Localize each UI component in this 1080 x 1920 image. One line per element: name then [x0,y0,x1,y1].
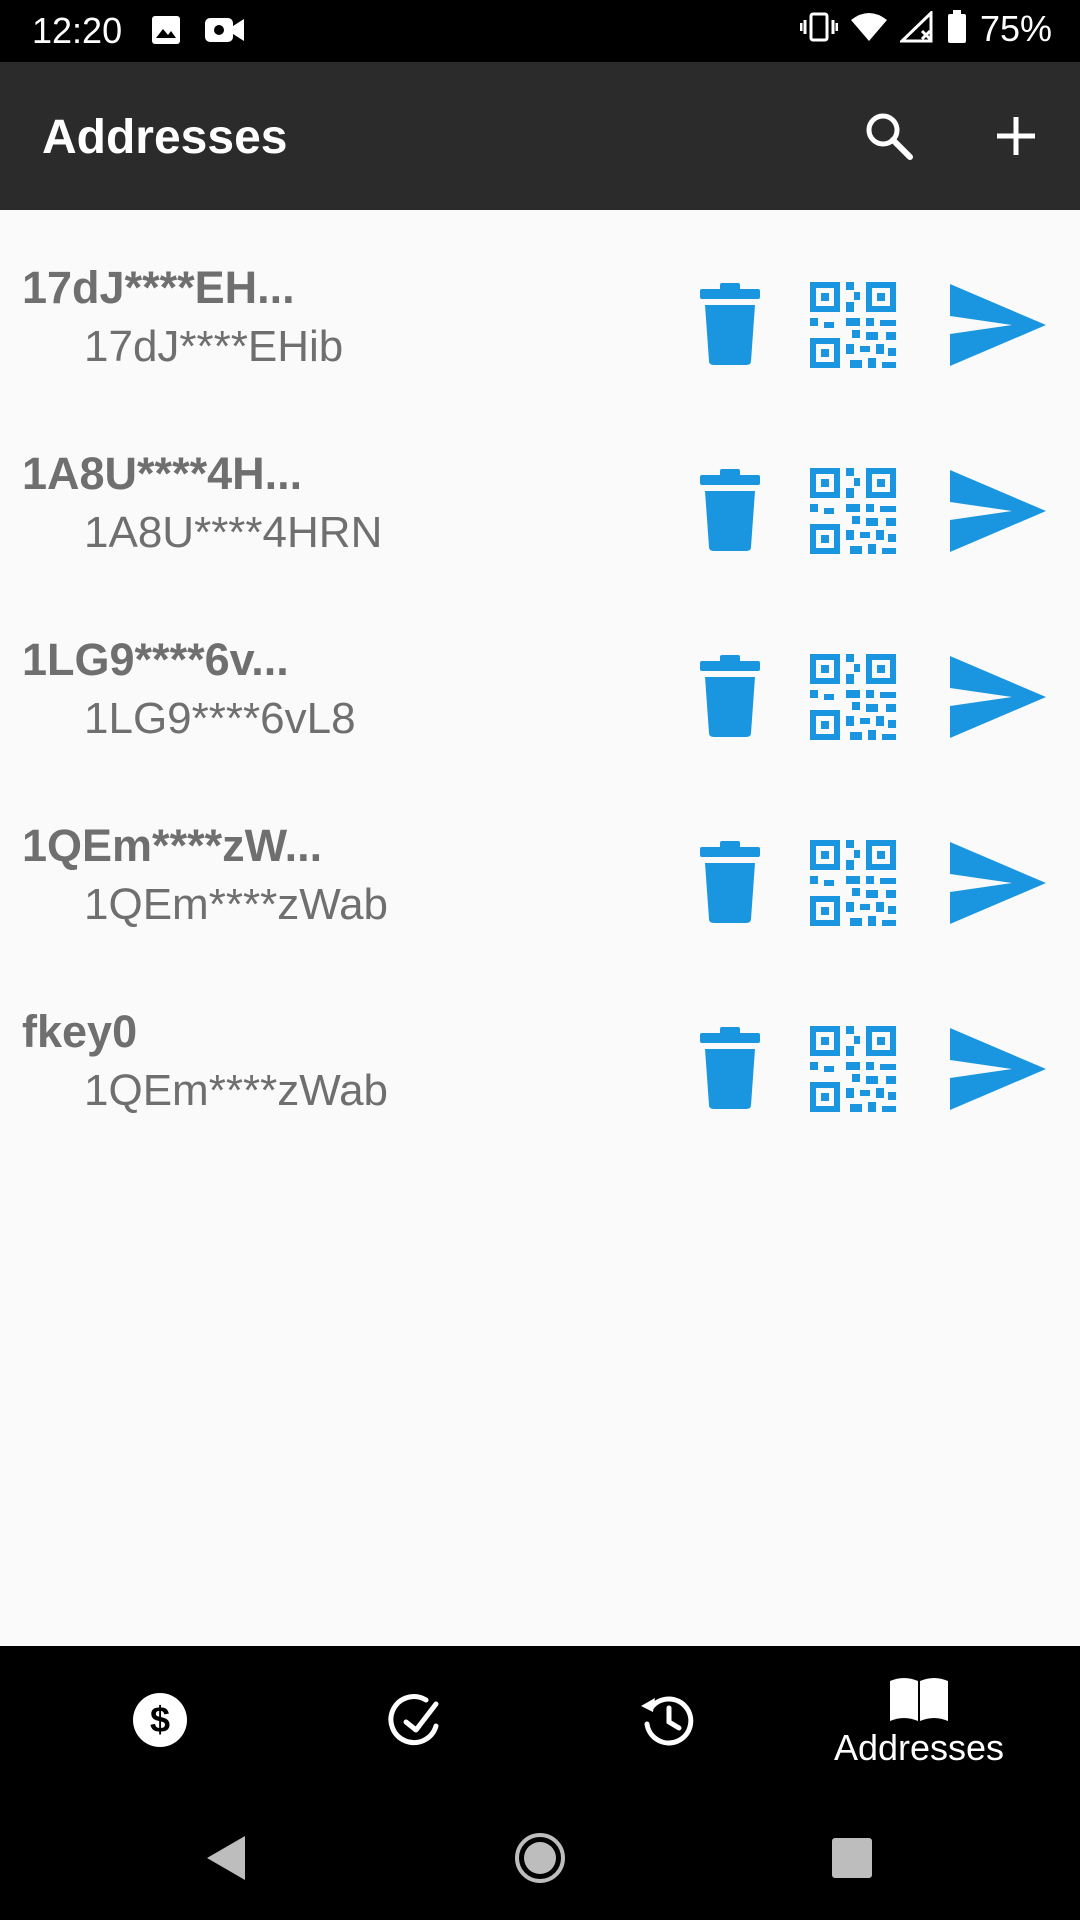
nav-item-label: Addresses [833,1727,1005,1768]
add-icon [997,117,1035,155]
receive-icon [388,1694,439,1745]
trash-icon [700,1027,760,1109]
page-title: Addresses [42,111,288,164]
send-button[interactable] [950,656,1046,738]
send-button[interactable] [950,470,1046,552]
address-row[interactable]: 1A8U****4H... 1A8U****4HRN [0,396,1080,582]
address-row[interactable]: 1LG9****6v... 1LG9****6vL8 [0,582,1080,768]
bottom-navigation: $ Addresses [0,1646,1080,1798]
vibrate-icon [799,11,839,48]
recents-icon [832,1838,872,1878]
delete-button[interactable] [694,468,766,552]
nav-item-balance[interactable]: $ [25,1646,295,1798]
send-icon [950,842,1046,924]
status-system-icons: 75% [799,8,1052,50]
delete-button[interactable] [694,282,766,366]
address-label: 1QEm****zW... [22,820,323,871]
address-row[interactable]: 1QEm****zW... 1QEm****zWab [0,768,1080,954]
battery-icon [946,9,968,49]
search-button[interactable] [855,102,923,170]
qr-code-icon [810,654,896,740]
trash-icon [700,655,760,737]
status-bar: 12:20 75% [0,0,1080,62]
signal-icon [898,8,934,48]
book-icon [890,1678,948,1721]
address-list: 17dJ****EH... 17dJ****EHib 1A8U****4H...… [0,210,1080,1140]
qr-code-button[interactable] [810,282,896,368]
send-icon [950,1028,1046,1110]
address-value: 17dJ****EHib [84,322,344,371]
nav-item-receive[interactable] [279,1646,549,1798]
send-icon [950,470,1046,552]
recents-button[interactable] [820,1826,884,1890]
add-address-button[interactable] [982,102,1050,170]
qr-code-icon [810,282,896,368]
nav-item-addresses[interactable]: Addresses [784,1646,1054,1798]
address-value: 1LG9****6vL8 [84,694,356,743]
qr-code-icon [810,1026,896,1112]
address-label: fkey0 [22,1006,138,1057]
video-icon [204,14,246,51]
delete-button[interactable] [694,654,766,738]
address-label: 1A8U****4H... [22,448,303,499]
system-navigation-bar [0,1798,1080,1920]
back-button[interactable] [194,1826,258,1890]
send-icon [950,656,1046,738]
battery-percentage: 75% [979,8,1052,49]
send-icon [950,284,1046,366]
qr-code-icon [810,468,896,554]
delete-button[interactable] [694,840,766,924]
trash-icon [700,283,760,365]
status-time: 12:20 [32,10,123,51]
dollar-icon: $ [133,1693,187,1747]
trash-icon [700,469,760,551]
history-icon [641,1696,694,1746]
svg-text:$: $ [150,1699,170,1740]
status-notification-icons [150,14,246,51]
address-label: 17dJ****EH... [22,262,295,313]
send-button[interactable] [950,284,1046,366]
wifi-icon [850,11,888,48]
send-button[interactable] [950,842,1046,924]
delete-button[interactable] [694,1026,766,1110]
qr-code-button[interactable] [810,654,896,740]
back-icon [207,1836,245,1880]
send-button[interactable] [950,1028,1046,1110]
home-icon [515,1833,565,1883]
address-value: 1QEm****zWab [84,880,389,929]
qr-code-button[interactable] [810,1026,896,1112]
search-icon [866,113,913,160]
image-icon [150,14,182,51]
qr-code-button[interactable] [810,840,896,926]
trash-icon [700,841,760,923]
address-value: 1A8U****4HRN [84,508,383,557]
address-value: 1QEm****zWab [84,1066,389,1115]
address-label: 1LG9****6v... [22,634,289,685]
address-row[interactable]: fkey0 1QEm****zWab [0,954,1080,1140]
address-row[interactable]: 17dJ****EH... 17dJ****EHib [0,210,1080,396]
qr-code-icon [810,840,896,926]
nav-item-history[interactable] [532,1646,802,1798]
app-bar: Addresses [0,62,1080,210]
qr-code-button[interactable] [810,468,896,554]
home-button[interactable] [508,1826,572,1890]
